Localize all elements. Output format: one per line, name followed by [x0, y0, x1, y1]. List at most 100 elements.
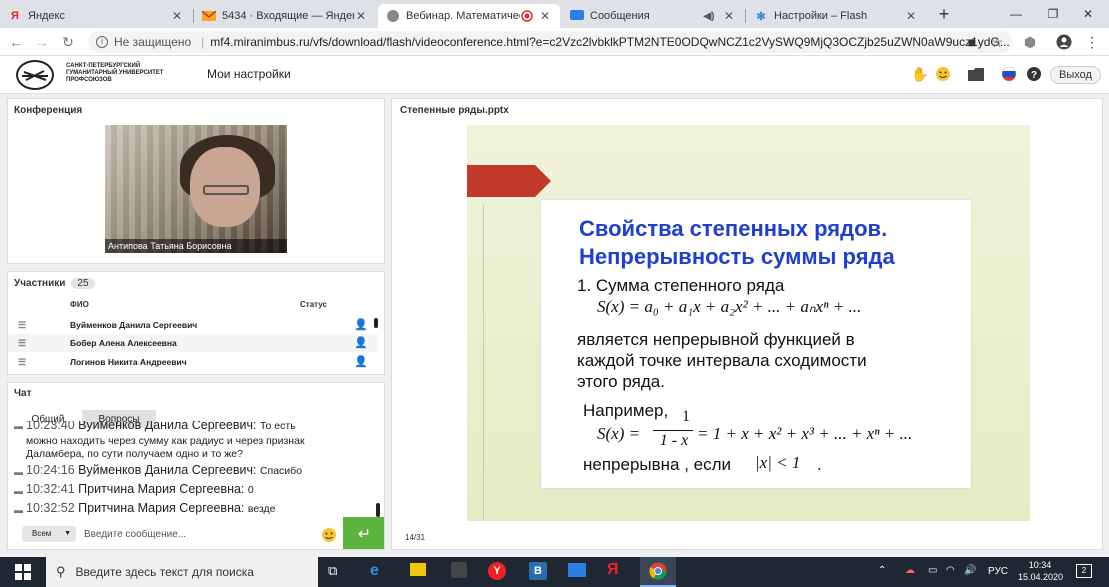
reload-icon[interactable]: ↻ [58, 32, 78, 52]
mail-app-icon[interactable] [568, 563, 586, 577]
exit-button[interactable]: Выход [1050, 66, 1101, 84]
chat-input[interactable]: Введите сообщение... [84, 527, 314, 543]
tray-chevron-icon[interactable]: ⌃ [878, 565, 886, 576]
forward-icon[interactable]: → [32, 32, 52, 52]
windows-icon [15, 564, 31, 580]
menu-icon[interactable]: ⋮ [1082, 32, 1102, 52]
network-warning-icon[interactable]: ☁ [905, 565, 915, 576]
close-window-icon[interactable]: ✕ [1067, 0, 1109, 28]
participant-row[interactable]: ☰ Бобер Алена Алексеевна 👤 [8, 334, 378, 352]
yandex-app-icon[interactable]: Я [607, 561, 619, 579]
help-icon[interactable]: ? [1026, 66, 1042, 82]
file-explorer-icon[interactable] [410, 563, 426, 576]
video-speaker-name: Антипова Татьяна Борисовна [105, 239, 287, 253]
volume-icon[interactable]: 🔊 [964, 565, 976, 576]
chat-title: Чат [14, 388, 32, 399]
close-icon[interactable]: ✕ [722, 9, 736, 23]
page-indicator: 14/31 [405, 533, 426, 542]
university-logo: САНКТ-ПЕТЕРБУРГСКИЙ ГУМАНИТАРНЫЙ УНИВЕРС… [16, 60, 191, 90]
profile-icon[interactable] [1054, 32, 1074, 52]
gear-icon: ✻ [756, 10, 766, 23]
emoji-picker-icon[interactable] [321, 527, 337, 543]
battery-icon[interactable]: ▭ [928, 565, 937, 576]
yandex-icon: Я [11, 10, 19, 22]
store-icon[interactable] [451, 562, 467, 578]
new-tab-icon[interactable]: + [934, 4, 954, 24]
webinar-icon [386, 9, 400, 23]
send-button[interactable]: ↵ [343, 517, 384, 549]
participant-row[interactable]: ☰ Вуйменков Данила Сергеевич 👤 [8, 316, 378, 334]
tab-messages[interactable]: Сообщения ◀) ✕ [562, 4, 744, 28]
start-button[interactable] [0, 557, 46, 587]
language-flag-icon[interactable] [1001, 66, 1017, 82]
participants-count-badge: 25 [71, 278, 95, 289]
input-language[interactable]: РУС [988, 566, 1008, 577]
raise-hand-icon[interactable]: ✋ [911, 66, 928, 82]
emoji-icon[interactable] [935, 66, 951, 82]
info-icon[interactable]: i [96, 36, 108, 48]
taskbar-search[interactable]: ⚲ Введите здесь текст для поиска [46, 557, 318, 587]
participant-name: Бобер Алена Алексеевна [70, 338, 177, 348]
tab-mail[interactable]: 5434 · Входящие — Яндекс.По ✕ [194, 4, 376, 28]
slide-text-3: этого ряда. [577, 372, 665, 391]
chrome-taskbar-button[interactable] [640, 557, 676, 587]
yandex-browser-icon[interactable]: Y [488, 562, 506, 580]
camera-icon[interactable]: ■ [962, 32, 982, 52]
column-header-name[interactable]: ФИО [70, 300, 89, 309]
slide-example: Например, [583, 401, 669, 420]
tab-flash-settings[interactable]: ✻ Настройки – Flash ✕ [746, 4, 926, 28]
participants-scrollbar[interactable] [374, 318, 378, 328]
chevron-down-icon: ▼ [64, 530, 71, 537]
slide-content: Свойства степенных рядов. Непрерывность … [541, 200, 971, 488]
slide-formula-2-lhs: S(x) = [597, 424, 641, 443]
column-header-status[interactable]: Статус [300, 300, 327, 309]
chat-scrollbar[interactable] [376, 503, 380, 517]
slide-conclusion: непрерывна , если [583, 455, 732, 474]
close-icon[interactable]: ✕ [170, 9, 184, 23]
vk-icon[interactable]: B [529, 562, 547, 580]
close-icon[interactable]: ✕ [538, 9, 552, 23]
edge-icon[interactable]: e [370, 562, 379, 580]
slide-formula-2-denominator: 1 - x [659, 432, 689, 449]
tab-title: 5434 · Входящие — Яндекс.По [222, 10, 354, 22]
drag-handle-icon[interactable]: ☰ [18, 320, 26, 331]
slide-formula-1: S(x) = a₀ + a₁x + a₂x² + ... + aₙxⁿ + ..… [597, 297, 862, 316]
logo-emblem-icon [16, 60, 54, 90]
slide-item-1: 1. Сумма степенного ряда [577, 276, 785, 295]
chat-message: 10:32:52 Притчина Мария Сергеевна: везде [26, 501, 276, 515]
user-status-icon: 👤 [354, 356, 368, 368]
chat-message-continuation: Даламбера, по сути получаем одно и то же… [26, 448, 243, 460]
clock[interactable]: 10:34 15.04.2020 [1018, 559, 1063, 583]
close-icon[interactable]: ✕ [354, 9, 368, 23]
back-icon[interactable]: ← [6, 32, 26, 52]
user-status-icon: 👤 [354, 319, 368, 331]
chat-message: 10:32:41 Притчина Мария Сергеевна: 0 [26, 482, 254, 496]
wifi-icon[interactable]: ◠ [946, 565, 955, 576]
folder-icon[interactable] [968, 66, 984, 82]
address-bar[interactable]: i Не защищено | mf4.miranimbus.ru/vfs/do… [88, 31, 1012, 53]
my-settings-link[interactable]: Мои настройки [207, 67, 291, 81]
tab-webinar[interactable]: Вебинар. Математически ✕ [378, 4, 560, 28]
browser-tab-strip: Я Яндекс ✕ 5434 · Входящие — Яндекс.По ✕… [0, 0, 1109, 28]
participant-name: Вуйменков Данила Сергеевич [70, 320, 198, 330]
enter-arrow-icon: ↵ [357, 526, 372, 543]
slide-text-1: является непрерывной функцией в [577, 330, 855, 349]
video-feed[interactable]: Антипова Татьяна Борисовна [105, 125, 287, 253]
participant-name: Логинов Никита Андреевич [70, 357, 187, 367]
participant-row[interactable]: ☰ Логинов Никита Андреевич 👤 [8, 353, 378, 371]
svg-text:?: ? [1031, 70, 1037, 81]
recipient-select[interactable]: Всем ▼ [22, 526, 76, 542]
notifications-icon[interactable]: 2 [1076, 564, 1092, 578]
close-icon[interactable]: ✕ [904, 9, 918, 23]
star-icon[interactable]: ☆ [987, 32, 1007, 52]
task-view-icon[interactable]: ⧉ [328, 563, 337, 579]
tab-title: Сообщения [590, 10, 650, 22]
slide-end-dot: . [817, 455, 822, 474]
drag-handle-icon[interactable]: ☰ [18, 357, 26, 368]
logo-text: САНКТ-ПЕТЕРБУРГСКИЙ ГУМАНИТАРНЫЙ УНИВЕРС… [66, 63, 164, 83]
drag-handle-icon[interactable]: ☰ [18, 338, 26, 349]
tab-yandex[interactable]: Я Яндекс ✕ [0, 4, 192, 28]
browser-toolbar: ← → ↻ i Не защищено | mf4.miranimbus.ru/… [0, 28, 1109, 56]
chat-message: 10:23:40 Вуйменков Данила Сергеевич: То … [26, 421, 296, 432]
extension-icon[interactable]: ⬢ [1020, 32, 1040, 52]
